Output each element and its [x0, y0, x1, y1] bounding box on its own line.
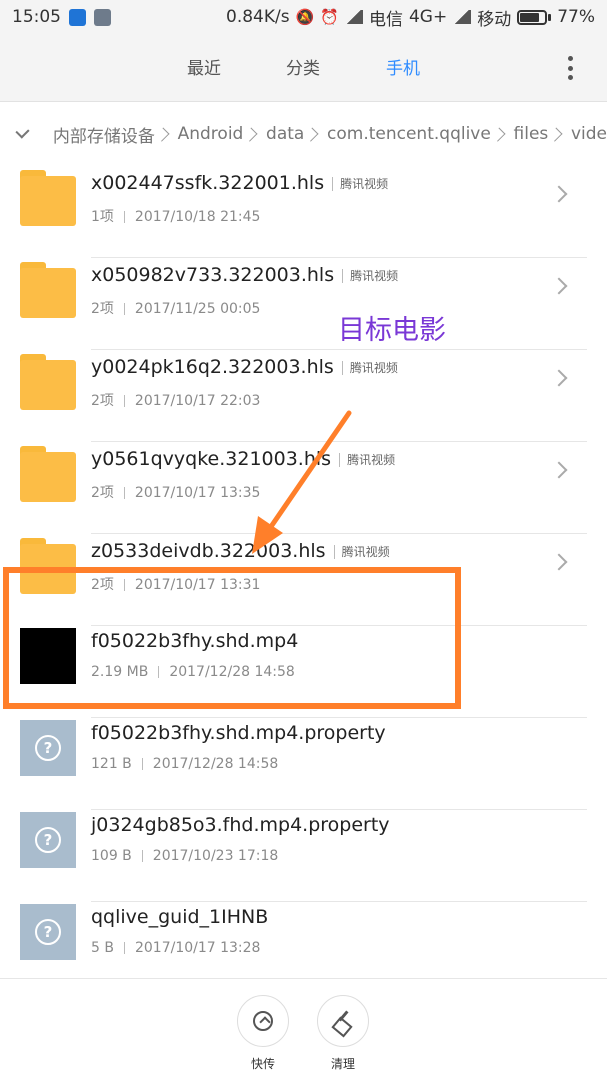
item-count: 2项 — [91, 301, 114, 317]
file-name: y0024pk16q2.322003.hls — [91, 356, 334, 378]
folder-icon — [20, 170, 76, 226]
notification-app-icon-2 — [94, 8, 111, 26]
upload-icon — [253, 1011, 273, 1031]
status-bar: 15:05 0.84K/s 🔕 ⏰ 电信 4G+ 移动 77% — [0, 0, 607, 34]
file-name: x050982v733.322003.hls — [91, 264, 335, 286]
file-tag: 腾讯视频 — [340, 177, 389, 191]
file-tag: 腾讯视频 — [349, 361, 398, 375]
tab-recent[interactable]: 最近 — [187, 54, 221, 79]
breadcrumb-item-video[interactable]: vide — [571, 124, 607, 144]
list-item-file[interactable]: ? f05022b3fhy.shd.mp4.property 121 B 2017… — [0, 718, 607, 810]
file-date: 2017/10/18 21:45 — [134, 209, 261, 225]
breadcrumb-item-storage[interactable]: 内部存储设备 — [53, 122, 155, 147]
file-name: j0324gb85o3.fhd.mp4.property — [91, 814, 390, 836]
file-date: 2017/10/23 17:18 — [152, 848, 279, 864]
chevron-right-icon — [550, 461, 568, 479]
tab-category[interactable]: 分类 — [286, 54, 320, 79]
carrier-2: 移动 — [477, 9, 512, 30]
mute-icon: 🔕 — [295, 8, 315, 26]
alarm-icon: ⏰ — [320, 8, 339, 26]
file-name: y0561qvyqke.321003.hls — [91, 448, 332, 470]
file-tag: 腾讯视频 — [347, 453, 396, 467]
item-count: 2项 — [91, 393, 114, 409]
list-item-folder[interactable]: x050982v733.322003.hls 腾讯视频 2项 2017/11/25 … — [0, 258, 607, 350]
item-count: 1项 — [91, 209, 114, 225]
file-tag: 腾讯视频 — [341, 545, 390, 559]
chevron-down-icon[interactable] — [15, 123, 30, 139]
notification-app-icon — [69, 8, 86, 26]
breadcrumb-item-android[interactable]: Android — [178, 124, 244, 144]
breadcrumb-item-data[interactable]: data — [266, 124, 304, 144]
file-date: 2017/12/28 14:58 — [152, 756, 279, 772]
breadcrumb: 内部存储设备 Android data com.tencent.qqlive f… — [0, 102, 607, 166]
tab-bar: 最近 分类 手机 — [0, 34, 607, 102]
network-type: 4G+ — [408, 7, 448, 27]
chevron-right-icon — [550, 277, 568, 295]
folder-icon — [20, 446, 76, 502]
list-item-folder[interactable]: x002447ssfk.322001.hls 腾讯视频 1项 2017/10/18 … — [0, 166, 607, 258]
chevron-right-icon — [243, 127, 258, 141]
status-time: 15:05 — [12, 7, 61, 27]
item-count: 2项 — [91, 485, 114, 501]
file-date: 2017/11/25 00:05 — [134, 301, 261, 317]
bottom-toolbar: 快传 清理 — [0, 978, 607, 1080]
unknown-file-icon: ? — [20, 812, 76, 868]
quick-transfer-button[interactable]: 快传 — [237, 995, 289, 1072]
list-item-folder[interactable]: y0561qvyqke.321003.hls 腾讯视频 2项 2017/10/17 … — [0, 442, 607, 534]
chevron-right-icon — [304, 127, 319, 141]
file-name: qqlive_guid_1IHNB — [91, 906, 269, 928]
file-date: 2017/10/17 13:28 — [134, 940, 261, 956]
file-size: 5 B — [91, 940, 114, 956]
battery-icon — [517, 9, 552, 25]
file-date: 2017/10/17 13:35 — [134, 485, 261, 501]
file-name: f05022b3fhy.shd.mp4.property — [91, 722, 386, 744]
quick-transfer-label: 快传 — [250, 1057, 275, 1071]
folder-icon — [20, 354, 76, 410]
chevron-right-icon — [155, 127, 170, 141]
unknown-file-icon: ? — [20, 904, 76, 960]
chevron-right-icon — [550, 369, 568, 387]
annotation-highlight-box — [3, 567, 461, 709]
chevron-right-icon — [491, 127, 506, 141]
network-speed: 0.84K/s — [226, 7, 290, 27]
breadcrumb-item-files[interactable]: files — [514, 124, 549, 144]
file-tag: 腾讯视频 — [350, 269, 399, 283]
file-size: 121 B — [91, 756, 132, 772]
breadcrumb-item-package[interactable]: com.tencent.qqlive — [327, 124, 491, 144]
chevron-right-icon — [548, 127, 563, 141]
list-item-folder[interactable]: y0024pk16q2.322003.hls 腾讯视频 2项 2017/10/17 … — [0, 350, 607, 442]
annotation-label: 目标电影 — [338, 315, 446, 346]
broom-icon — [332, 1010, 354, 1032]
folder-icon — [20, 262, 76, 318]
chevron-right-icon — [550, 553, 568, 571]
list-item-file[interactable]: ? j0324gb85o3.fhd.mp4.property 109 B 2017… — [0, 810, 607, 902]
battery-percent: 77% — [557, 7, 595, 27]
tab-phone[interactable]: 手机 — [386, 54, 420, 79]
clean-label: 清理 — [330, 1057, 355, 1071]
file-name: z0533deivdb.322003.hls — [91, 540, 326, 562]
carrier-1: 电信 — [368, 9, 403, 30]
file-date: 2017/10/17 22:03 — [134, 393, 261, 409]
chevron-right-icon — [550, 185, 568, 203]
clean-button[interactable]: 清理 — [317, 995, 369, 1072]
more-options-icon[interactable] — [567, 56, 573, 80]
signal-icon — [344, 10, 363, 24]
file-size: 109 B — [91, 848, 132, 864]
file-name: x002447ssfk.322001.hls — [91, 172, 325, 194]
signal-icon-2 — [453, 10, 472, 24]
unknown-file-icon: ? — [20, 720, 76, 776]
